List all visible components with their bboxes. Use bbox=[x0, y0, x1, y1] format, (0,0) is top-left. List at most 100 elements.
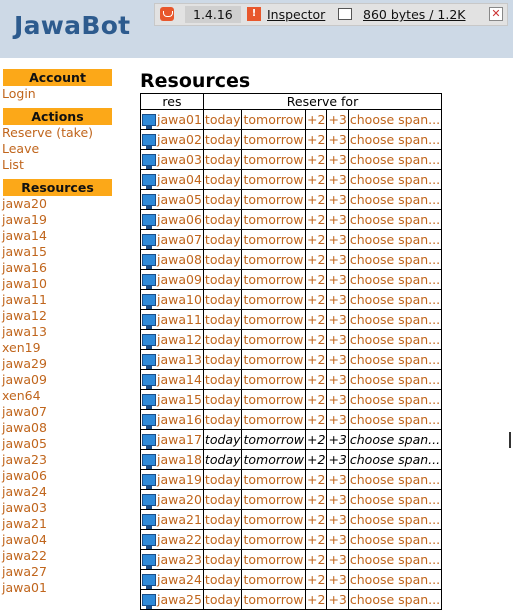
sidebar-resource-link[interactable]: jawa20 bbox=[0, 196, 112, 212]
sidebar-resource-link[interactable]: jawa01 bbox=[0, 580, 112, 596]
resource-name-link[interactable]: jawa20 bbox=[157, 492, 202, 507]
reserve-action[interactable]: today bbox=[202, 389, 243, 410]
reserve-action[interactable]: +2 bbox=[304, 309, 328, 330]
sidebar-resource-link[interactable]: jawa21 bbox=[0, 516, 112, 532]
reserve-action[interactable]: +2 bbox=[304, 429, 328, 450]
reserve-action[interactable]: today bbox=[202, 249, 243, 270]
action-link[interactable]: List bbox=[0, 157, 112, 173]
reserve-action[interactable]: +3 bbox=[326, 149, 349, 170]
reserve-action[interactable]: today bbox=[202, 569, 243, 590]
reserve-action[interactable]: today bbox=[202, 189, 243, 210]
reserve-action[interactable]: choose span... bbox=[347, 309, 443, 330]
reserve-action[interactable]: tomorrow bbox=[241, 589, 306, 610]
sidebar-resource-link[interactable]: jawa22 bbox=[0, 548, 112, 564]
reserve-action[interactable]: +3 bbox=[326, 269, 349, 290]
reserve-action[interactable]: +3 bbox=[326, 209, 349, 230]
action-link[interactable]: Reserve (take) bbox=[0, 125, 112, 141]
reserve-action[interactable]: +3 bbox=[326, 469, 349, 490]
reserve-action[interactable]: choose span... bbox=[347, 569, 443, 590]
reserve-action[interactable]: +3 bbox=[326, 369, 349, 390]
sidebar-resource-link[interactable]: xen19 bbox=[0, 340, 112, 356]
reserve-action[interactable]: tomorrow bbox=[241, 469, 306, 490]
reserve-action[interactable]: +3 bbox=[326, 249, 349, 270]
reserve-action[interactable]: choose span... bbox=[347, 189, 443, 210]
reserve-action[interactable]: tomorrow bbox=[241, 429, 306, 450]
inspector-link[interactable]: Inspector bbox=[267, 7, 325, 22]
reserve-action[interactable]: today bbox=[202, 449, 243, 470]
reserve-action[interactable]: today bbox=[202, 309, 243, 330]
reserve-action[interactable]: +3 bbox=[326, 309, 349, 330]
resource-name-link[interactable]: jawa15 bbox=[157, 392, 202, 407]
reserve-action[interactable]: tomorrow bbox=[241, 509, 306, 530]
resource-name-link[interactable]: jawa25 bbox=[157, 592, 202, 607]
reserve-action[interactable]: tomorrow bbox=[241, 529, 306, 550]
reserve-action[interactable]: +2 bbox=[304, 469, 328, 490]
sidebar-resource-link[interactable]: jawa24 bbox=[0, 484, 112, 500]
reserve-action[interactable]: choose span... bbox=[347, 409, 443, 430]
reserve-action[interactable]: tomorrow bbox=[241, 269, 306, 290]
sidebar-resource-link[interactable]: jawa09 bbox=[0, 372, 112, 388]
resource-name-link[interactable]: jawa16 bbox=[157, 412, 202, 427]
reserve-action[interactable]: choose span... bbox=[347, 129, 443, 150]
reserve-action[interactable]: tomorrow bbox=[241, 169, 306, 190]
reserve-action[interactable]: choose span... bbox=[347, 329, 443, 350]
reserve-action[interactable]: +2 bbox=[304, 529, 328, 550]
reserve-action[interactable]: +3 bbox=[326, 549, 349, 570]
sidebar-resource-link[interactable]: jawa27 bbox=[0, 564, 112, 580]
resource-name-link[interactable]: jawa22 bbox=[157, 532, 202, 547]
reserve-action[interactable]: tomorrow bbox=[241, 349, 306, 370]
sidebar-resource-link[interactable]: jawa08 bbox=[0, 420, 112, 436]
reserve-action[interactable]: +2 bbox=[304, 109, 328, 130]
reserve-action[interactable]: choose span... bbox=[347, 509, 443, 530]
reserve-action[interactable]: +2 bbox=[304, 349, 328, 370]
reserve-action[interactable]: tomorrow bbox=[241, 229, 306, 250]
reserve-action[interactable]: choose span... bbox=[347, 449, 443, 470]
resource-name-link[interactable]: jawa10 bbox=[157, 292, 202, 307]
sidebar-resource-link[interactable]: jawa12 bbox=[0, 308, 112, 324]
reserve-action[interactable]: choose span... bbox=[347, 209, 443, 230]
reserve-action[interactable]: choose span... bbox=[347, 109, 443, 130]
reserve-action[interactable]: choose span... bbox=[347, 289, 443, 310]
reserve-action[interactable]: choose span... bbox=[347, 469, 443, 490]
reserve-action[interactable]: tomorrow bbox=[241, 489, 306, 510]
reserve-action[interactable]: +3 bbox=[326, 489, 349, 510]
screen-icon[interactable] bbox=[338, 8, 352, 20]
reserve-action[interactable]: +2 bbox=[304, 369, 328, 390]
sidebar-resource-link[interactable]: jawa06 bbox=[0, 468, 112, 484]
reserve-action[interactable]: +3 bbox=[326, 569, 349, 590]
resource-name-link[interactable]: jawa21 bbox=[157, 512, 202, 527]
reserve-action[interactable]: tomorrow bbox=[241, 189, 306, 210]
reserve-action[interactable]: +2 bbox=[304, 149, 328, 170]
reserve-action[interactable]: choose span... bbox=[347, 429, 443, 450]
bytes-link[interactable]: 860 bytes / 1.2K bbox=[363, 7, 466, 22]
reserve-action[interactable]: tomorrow bbox=[241, 549, 306, 570]
sidebar-resource-link[interactable]: jawa14 bbox=[0, 228, 112, 244]
reserve-action[interactable]: today bbox=[202, 469, 243, 490]
reserve-action[interactable]: +2 bbox=[304, 389, 328, 410]
resource-name-link[interactable]: jawa04 bbox=[157, 172, 202, 187]
resource-name-link[interactable]: jawa19 bbox=[157, 472, 202, 487]
reserve-action[interactable]: +2 bbox=[304, 409, 328, 430]
sidebar-resource-link[interactable]: jawa10 bbox=[0, 276, 112, 292]
reserve-action[interactable]: +3 bbox=[326, 109, 349, 130]
reserve-action[interactable]: today bbox=[202, 229, 243, 250]
reserve-action[interactable]: today bbox=[202, 109, 243, 130]
reserve-action[interactable]: tomorrow bbox=[241, 209, 306, 230]
sidebar-resource-link[interactable]: jawa05 bbox=[0, 436, 112, 452]
reserve-action[interactable]: choose span... bbox=[347, 589, 443, 610]
reserve-action[interactable]: +3 bbox=[326, 289, 349, 310]
reserve-action[interactable]: +3 bbox=[326, 229, 349, 250]
resource-name-link[interactable]: jawa14 bbox=[157, 372, 202, 387]
resource-name-link[interactable]: jawa07 bbox=[157, 232, 202, 247]
reserve-action[interactable]: +2 bbox=[304, 229, 328, 250]
reserve-action[interactable]: +3 bbox=[326, 129, 349, 150]
reserve-action[interactable]: +2 bbox=[304, 489, 328, 510]
reserve-action[interactable]: tomorrow bbox=[241, 389, 306, 410]
resource-name-link[interactable]: jawa18 bbox=[157, 452, 202, 467]
resource-name-link[interactable]: jawa05 bbox=[157, 192, 202, 207]
login-link[interactable]: Login bbox=[0, 86, 112, 102]
reserve-action[interactable]: choose span... bbox=[347, 229, 443, 250]
reserve-action[interactable]: +3 bbox=[326, 189, 349, 210]
reserve-action[interactable]: today bbox=[202, 489, 243, 510]
reserve-action[interactable]: choose span... bbox=[347, 149, 443, 170]
